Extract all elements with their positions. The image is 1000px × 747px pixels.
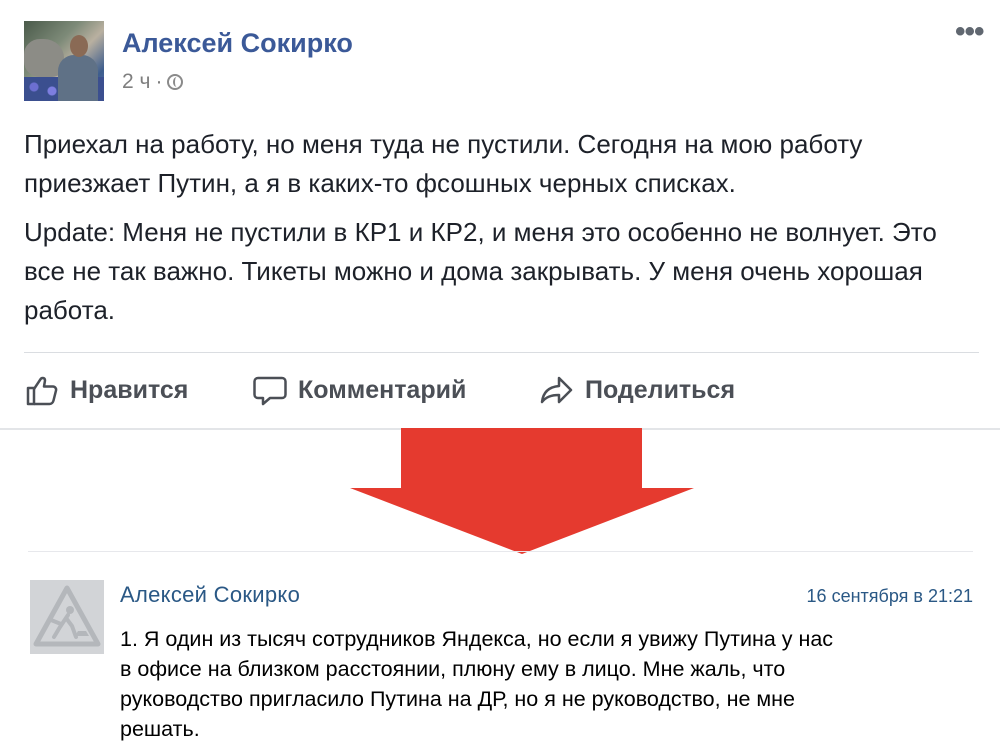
- comment-button[interactable]: Комментарий: [252, 368, 466, 412]
- comment-label: Комментарий: [298, 375, 467, 404]
- share-button[interactable]: Поделиться: [539, 368, 735, 412]
- divider: [24, 352, 979, 353]
- share-label: Поделиться: [585, 375, 736, 404]
- author-avatar[interactable]: [30, 580, 104, 654]
- author-avatar[interactable]: [24, 21, 104, 101]
- post-paragraph: Приехал на работу, но меня туда не пусти…: [24, 129, 863, 198]
- more-options-icon[interactable]: •••: [955, 17, 984, 47]
- avatar-person-head: [70, 35, 88, 57]
- avatar-person-body: [58, 55, 98, 101]
- post-text: 1. Я один из тысяч сотрудников Яндекса, …: [120, 627, 834, 741]
- post-paragraph: Update: Меня не пустили в КР1 и КР2, и м…: [24, 217, 937, 325]
- facebook-post: Алексей Сокирко 2 ч · ••• Приехал на раб…: [0, 0, 1000, 428]
- post-actions: Нравится Комментарий Поделиться: [24, 368, 984, 412]
- share-arrow-icon: [540, 376, 573, 404]
- post-meta: 2 ч ·: [122, 70, 184, 94]
- under-construction-icon: [30, 580, 104, 654]
- like-label: Нравится: [70, 375, 189, 404]
- globe-icon[interactable]: [167, 74, 184, 90]
- like-button[interactable]: Нравится: [24, 368, 188, 412]
- divider: [28, 551, 973, 552]
- comment-bubble-icon: [253, 376, 287, 406]
- post-text: Приехал на работу, но меня туда не пусти…: [24, 125, 984, 340]
- down-arrow-head: [350, 488, 694, 554]
- post-date[interactable]: 16 сентября в 21:21: [807, 586, 973, 607]
- meta-separator: ·: [155, 70, 163, 93]
- author-name[interactable]: Алексей Сокирко: [122, 28, 353, 59]
- author-name[interactable]: Алексей Сокирко: [120, 582, 300, 608]
- post-time[interactable]: 2 ч: [122, 70, 150, 94]
- thumbs-up-icon: [26, 376, 58, 406]
